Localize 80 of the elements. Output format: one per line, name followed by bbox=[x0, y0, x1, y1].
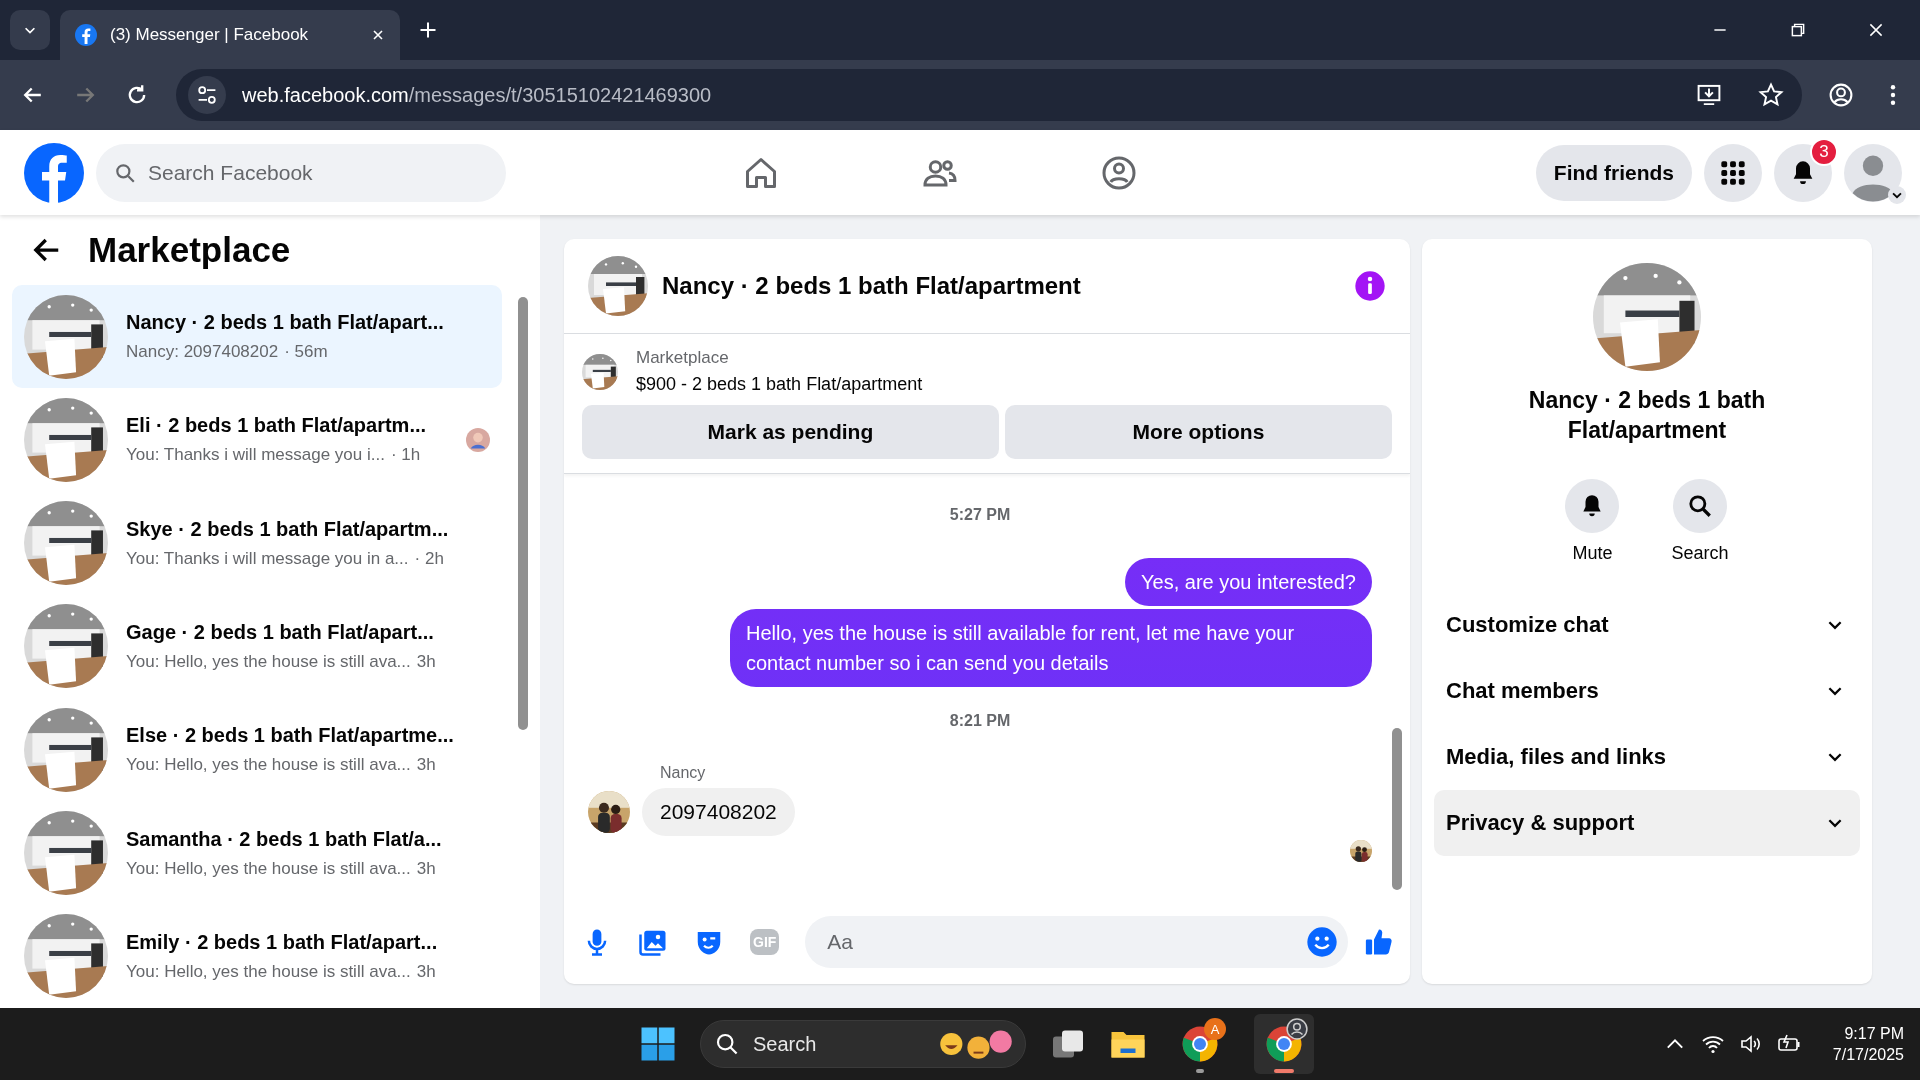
emoji-icon bbox=[939, 1029, 1013, 1059]
message-preview: Nancy: 2097408202 bbox=[126, 342, 279, 363]
conversation-item[interactable]: Eli · 2 beds 1 bath Flat/apartm... You: Thanks i will message you i... · 1h bbox=[12, 388, 502, 492]
taskbar-search-field[interactable]: Search bbox=[700, 1020, 1026, 1068]
emoji-icon[interactable] bbox=[1306, 926, 1338, 958]
like-icon[interactable] bbox=[1364, 927, 1394, 957]
message-preview: You: Hello, yes the house is still ava... bbox=[126, 961, 411, 982]
listing-label: Marketplace bbox=[636, 348, 730, 368]
message-preview: You: Hello, yes the house is still ava... bbox=[126, 755, 411, 776]
message-preview: You: Thanks i will message you i... bbox=[126, 445, 385, 466]
facebook-logo[interactable] bbox=[24, 142, 84, 203]
avatar-icon bbox=[1844, 143, 1902, 202]
search-field[interactable]: Search Facebook bbox=[96, 143, 506, 202]
search-icon bbox=[114, 161, 136, 184]
search-input[interactable]: Search bbox=[751, 1020, 927, 1068]
search-input[interactable]: Search Facebook bbox=[146, 142, 488, 203]
clock[interactable]: 9:17 PM 7/17/2025 bbox=[1832, 1024, 1904, 1064]
message-preview: You: Hello, yes the house is still ava... bbox=[126, 858, 411, 879]
grid-menu-icon bbox=[1719, 158, 1747, 187]
chat-title: Nancy · 2 beds 1 bath Flat/apartment bbox=[662, 272, 1081, 300]
restore-icon[interactable] bbox=[1789, 21, 1807, 39]
install-app-icon[interactable] bbox=[1696, 82, 1722, 108]
search-icon bbox=[1687, 493, 1713, 519]
new-tab-icon[interactable] bbox=[418, 20, 438, 40]
sent-message: Yes, are you interested? bbox=[1125, 558, 1372, 606]
conversation-item[interactable]: Samantha · 2 beds 1 bath Flat/a... You: Hello, yes the house is still ava... 3h bbox=[12, 801, 502, 905]
tab-title: (3) Messenger | Facebook bbox=[110, 25, 310, 45]
timestamp: 5:27 PM bbox=[949, 506, 1011, 524]
conversation-title: Else · 2 beds 1 bath Flat/apartme... bbox=[126, 724, 455, 748]
info-icon[interactable] bbox=[1354, 270, 1386, 302]
message-time: 3h bbox=[416, 961, 436, 982]
message-time: 3h bbox=[416, 652, 436, 672]
message-time: · 56m bbox=[284, 342, 328, 363]
conversation-item[interactable]: Emily · 2 beds 1 bath Flat/apart... You: Hello, yes the house is still ava... 3h bbox=[12, 904, 502, 1008]
message-preview: You: Hello, yes the house is still ava... bbox=[126, 652, 411, 672]
conversation-title: Nancy · 2 beds 1 bath Flat/apart... bbox=[126, 311, 445, 335]
sender-name: Nancy bbox=[660, 764, 707, 782]
details-section[interactable]: Chat members bbox=[1434, 658, 1860, 724]
timestamp: 8:21 PM bbox=[949, 712, 1011, 730]
sidebar-title: Marketplace bbox=[88, 230, 291, 270]
profile-icon bbox=[1286, 1018, 1308, 1040]
conversation-title: Eli · 2 beds 1 bath Flat/apartm... bbox=[126, 414, 428, 438]
site-settings-icon[interactable] bbox=[188, 76, 226, 114]
conversation-title: Skye · 2 beds 1 bath Flat/apartm... bbox=[126, 517, 450, 541]
close-icon[interactable] bbox=[1867, 21, 1885, 39]
conversation-item[interactable]: Skye · 2 beds 1 bath Flat/apartm... You: Thanks i will message you in a... · 2h bbox=[12, 491, 502, 595]
message-time: 3h bbox=[416, 858, 436, 879]
conversation-item[interactable]: Gage · 2 beds 1 bath Flat/apart... You: Hello, yes the house is still ava... 3h bbox=[12, 594, 502, 699]
address-bar[interactable]: web.facebook.com/messages/t/30515102421469300 bbox=[176, 69, 1802, 121]
conversation-title: Emily · 2 beds 1 bath Flat/apart... bbox=[126, 930, 439, 954]
profile-badge: A bbox=[1204, 1018, 1226, 1040]
message-preview: You: Thanks i will message you in a... bbox=[126, 548, 409, 569]
conversation-item[interactable]: Else · 2 beds 1 bath Flat/apartme... You: Hello, yes the house is still ava... 3h bbox=[12, 698, 502, 802]
taskbar-app-button[interactable] bbox=[1254, 1014, 1314, 1074]
received-message: 2097408202 bbox=[642, 788, 795, 836]
listing-action-button[interactable]: More options bbox=[1004, 405, 1392, 459]
details-section[interactable]: Privacy & support bbox=[1434, 790, 1860, 856]
sent-message: Hello, yes the house is still available for rent, let me have your contact number so i can send you details bbox=[730, 609, 1372, 687]
chevron-down-icon bbox=[1888, 185, 1906, 204]
search-icon bbox=[715, 1032, 739, 1056]
message-time: 3h bbox=[416, 755, 436, 776]
notification-badge: 3 bbox=[1810, 137, 1838, 166]
star-icon[interactable] bbox=[1758, 82, 1784, 108]
details-section[interactable]: Customize chat bbox=[1434, 592, 1860, 658]
conversation-item[interactable]: Nancy · 2 beds 1 bath Flat/apart... Nancy: 2097408202 · 56m bbox=[12, 285, 502, 389]
conversation-title: Gage · 2 beds 1 bath Flat/apart... bbox=[126, 621, 435, 644]
find-friends-button[interactable]: Find friends bbox=[1535, 144, 1692, 201]
url-text: web.facebook.com/messages/t/30515102421469300 bbox=[242, 83, 712, 107]
listing-text: $900 - 2 beds 1 bath Flat/apartment bbox=[636, 374, 923, 395]
message-time: · 1h bbox=[390, 445, 421, 466]
message-time: · 2h bbox=[414, 548, 444, 569]
profile-icon[interactable] bbox=[1828, 82, 1854, 108]
facebook-icon bbox=[74, 23, 98, 47]
browser-tab[interactable]: (3) Messenger | Facebook bbox=[60, 10, 400, 60]
details-title: Nancy · 2 beds 1 bath Flat/apartment bbox=[1527, 386, 1767, 445]
start-icon[interactable] bbox=[640, 1026, 676, 1062]
listing-action-button[interactable]: Mark as pending bbox=[582, 405, 999, 459]
details-section[interactable]: Media, files and links bbox=[1434, 724, 1860, 790]
groups-icon[interactable] bbox=[1101, 154, 1137, 191]
conversation-title: Samantha · 2 beds 1 bath Flat/a... bbox=[126, 827, 443, 851]
